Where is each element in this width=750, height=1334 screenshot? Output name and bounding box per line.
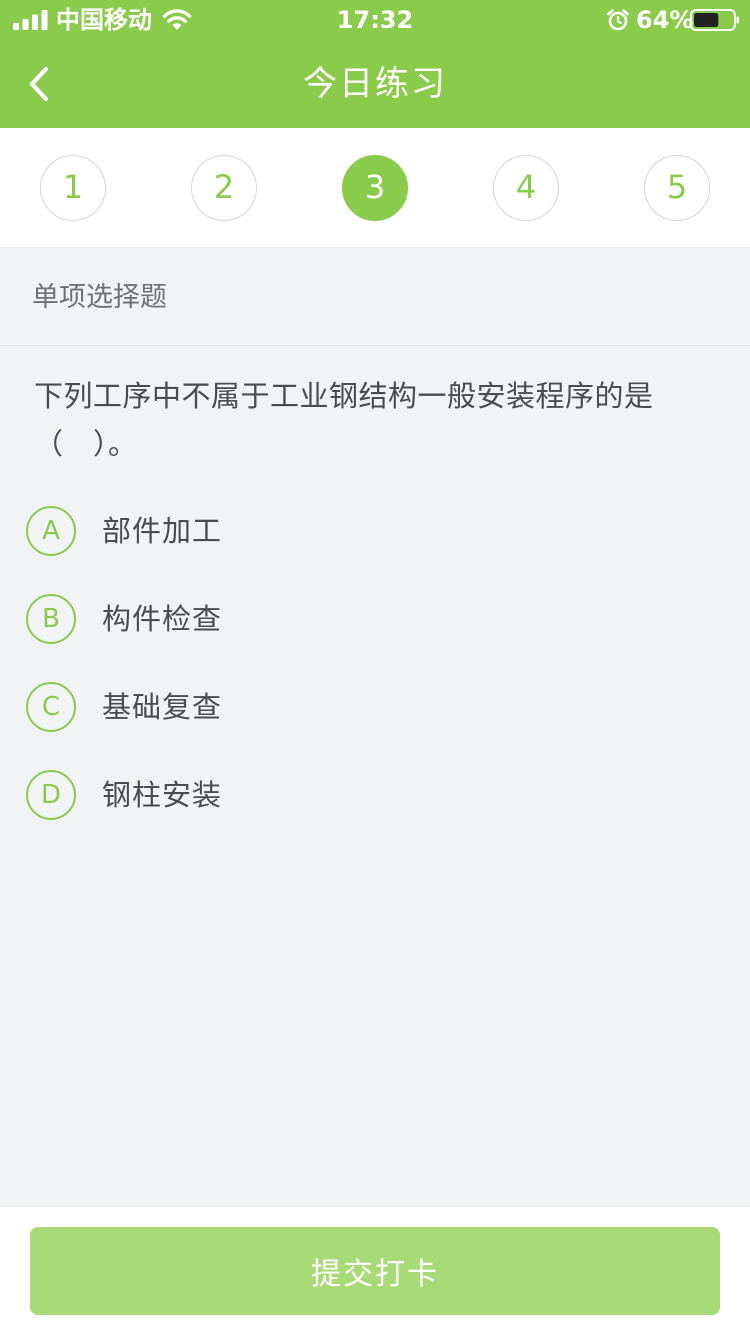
option-label: 基础复查: [102, 690, 223, 724]
question-text: 下列工序中不属于工业钢结构一般安装程序的是（ ）。: [34, 379, 654, 461]
question-type-label: 单项选择题: [32, 282, 167, 313]
battery-percent: 64%: [636, 6, 694, 34]
question-step-5[interactable]: 5: [644, 155, 710, 221]
question-step-1[interactable]: 1: [40, 155, 106, 221]
option-letter: C: [26, 682, 76, 732]
option-d[interactable]: D 钢柱安装: [26, 770, 626, 822]
header: 中国移动 17:32 64% 今日练习: [0, 0, 750, 128]
alarm-icon: [607, 9, 629, 31]
page-title: 今日练习: [303, 64, 447, 104]
option-a[interactable]: A 部件加工: [26, 506, 626, 558]
question-step-3[interactable]: 3: [342, 155, 408, 221]
question-type-bar: 单项选择题: [0, 248, 750, 346]
option-letter: D: [26, 770, 76, 820]
question-step-4[interactable]: 4: [493, 155, 559, 221]
option-letter: A: [26, 506, 76, 556]
battery-icon: [690, 9, 739, 31]
submit-checkin-button[interactable]: 提交打卡: [30, 1227, 720, 1315]
question-step-2[interactable]: 2: [191, 155, 257, 221]
option-b[interactable]: B 构件检查: [26, 594, 626, 646]
question-step-strip: 1 2 3 4 5: [0, 128, 750, 248]
option-label: 钢柱安装: [102, 778, 223, 812]
option-letter: B: [26, 594, 76, 644]
option-c[interactable]: C 基础复查: [26, 682, 626, 734]
footer-bar: 提交打卡: [0, 1206, 750, 1334]
option-label: 部件加工: [102, 514, 223, 548]
status-bar: 中国移动 17:32 64%: [0, 0, 750, 40]
option-label: 构件检查: [102, 602, 223, 636]
